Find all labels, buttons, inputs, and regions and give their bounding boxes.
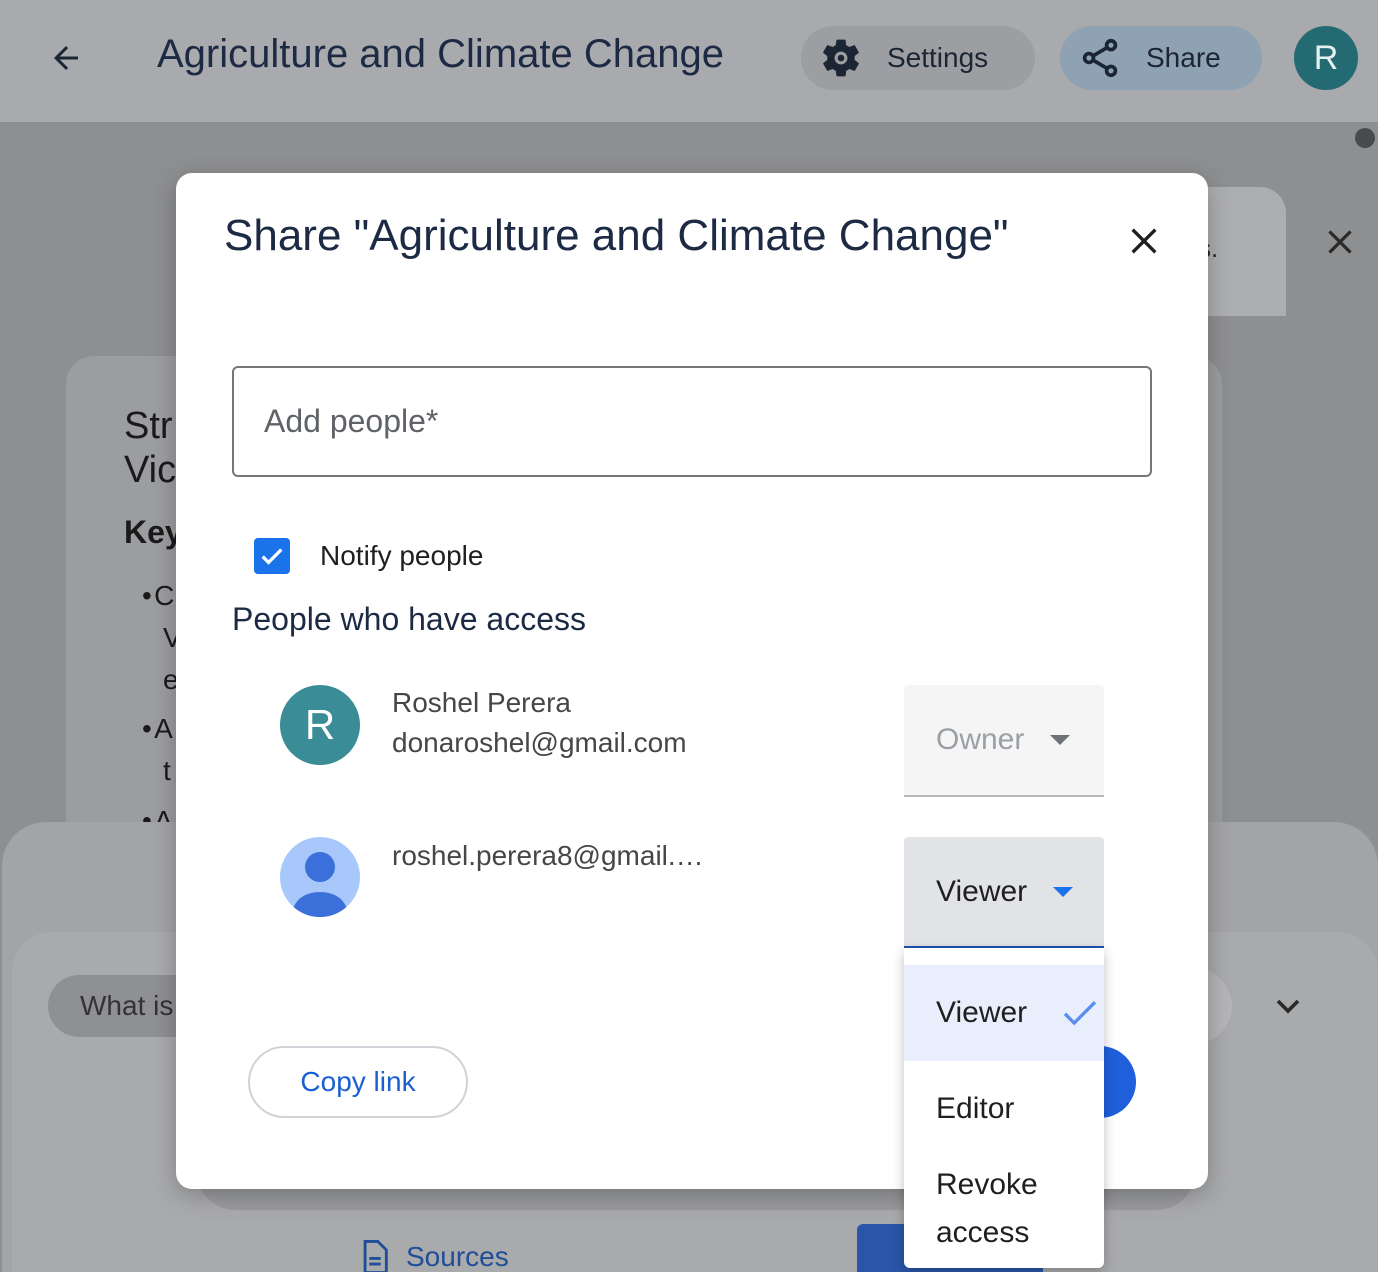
account-avatar[interactable]: R [1294, 26, 1358, 90]
document-icon [363, 1240, 388, 1272]
menu-item-editor[interactable]: Editor [904, 1061, 1104, 1157]
background-bullet: • A [142, 713, 173, 744]
settings-label: Settings [887, 42, 989, 73]
notify-label: Notify people [320, 540, 484, 571]
background-bullet-text: t [163, 755, 171, 786]
viewer-role-select[interactable]: Viewer [904, 837, 1104, 949]
owner-role-label: Owner [936, 723, 1025, 756]
person-email: roshel.perera8@gmail.… [392, 840, 704, 871]
person-name: Roshel Perera [392, 687, 571, 718]
share-icon [1082, 38, 1118, 78]
background-close-icon[interactable] [1322, 224, 1358, 260]
checkmark-icon [261, 548, 283, 565]
add-people-input[interactable]: Add people* [232, 366, 1152, 477]
share-button[interactable]: Share [1060, 26, 1262, 90]
person-email: donaroshel@gmail.com [392, 727, 687, 758]
background-bullet: • C [142, 580, 175, 611]
scrollbar-thumb[interactable] [1355, 128, 1375, 148]
notify-people-row[interactable]: Notify people [254, 538, 483, 574]
viewer-role-label: Viewer [936, 874, 1028, 908]
settings-button[interactable]: Settings [801, 26, 1035, 90]
close-button[interactable] [1120, 217, 1168, 265]
menu-item-label: Viewer [936, 996, 1028, 1029]
avatar [280, 837, 360, 917]
back-button[interactable] [38, 30, 94, 86]
arrow-left-icon [54, 46, 78, 70]
copy-link-button[interactable]: Copy link [248, 1046, 468, 1118]
access-heading: People who have access [232, 601, 586, 637]
close-icon [1131, 228, 1157, 254]
check-icon [1063, 1000, 1097, 1026]
chevron-down-icon[interactable] [1268, 986, 1308, 1026]
menu-item-label: Revoke access [936, 1168, 1038, 1249]
menu-item-revoke-access[interactable]: Revoke access [904, 1157, 1104, 1261]
gear-icon [823, 39, 859, 77]
caret-down-icon [1050, 735, 1071, 745]
avatar: R [280, 685, 360, 765]
caret-down-icon [1053, 886, 1074, 897]
menu-item-viewer[interactable]: Viewer [904, 965, 1104, 1061]
sources-tab[interactable]: Sources [360, 1240, 509, 1272]
share-label: Share [1146, 42, 1221, 73]
background-note-heading: Str Vic [124, 405, 177, 491]
background-key-heading: Key [124, 514, 183, 550]
menu-item-label: Editor [936, 1092, 1015, 1125]
top-bar: Agriculture and Climate Change Settings … [0, 0, 1378, 122]
person-icon [292, 852, 348, 917]
role-dropdown-menu: Viewer Editor Revoke access [904, 948, 1104, 1268]
notify-checkbox[interactable] [254, 538, 290, 574]
sources-label: Sources [406, 1241, 509, 1272]
notebook-title: Agriculture and Climate Change [157, 32, 724, 76]
dialog-title: Share "Agriculture and Climate Change" [224, 211, 1009, 260]
owner-role-select: Owner [904, 685, 1104, 797]
